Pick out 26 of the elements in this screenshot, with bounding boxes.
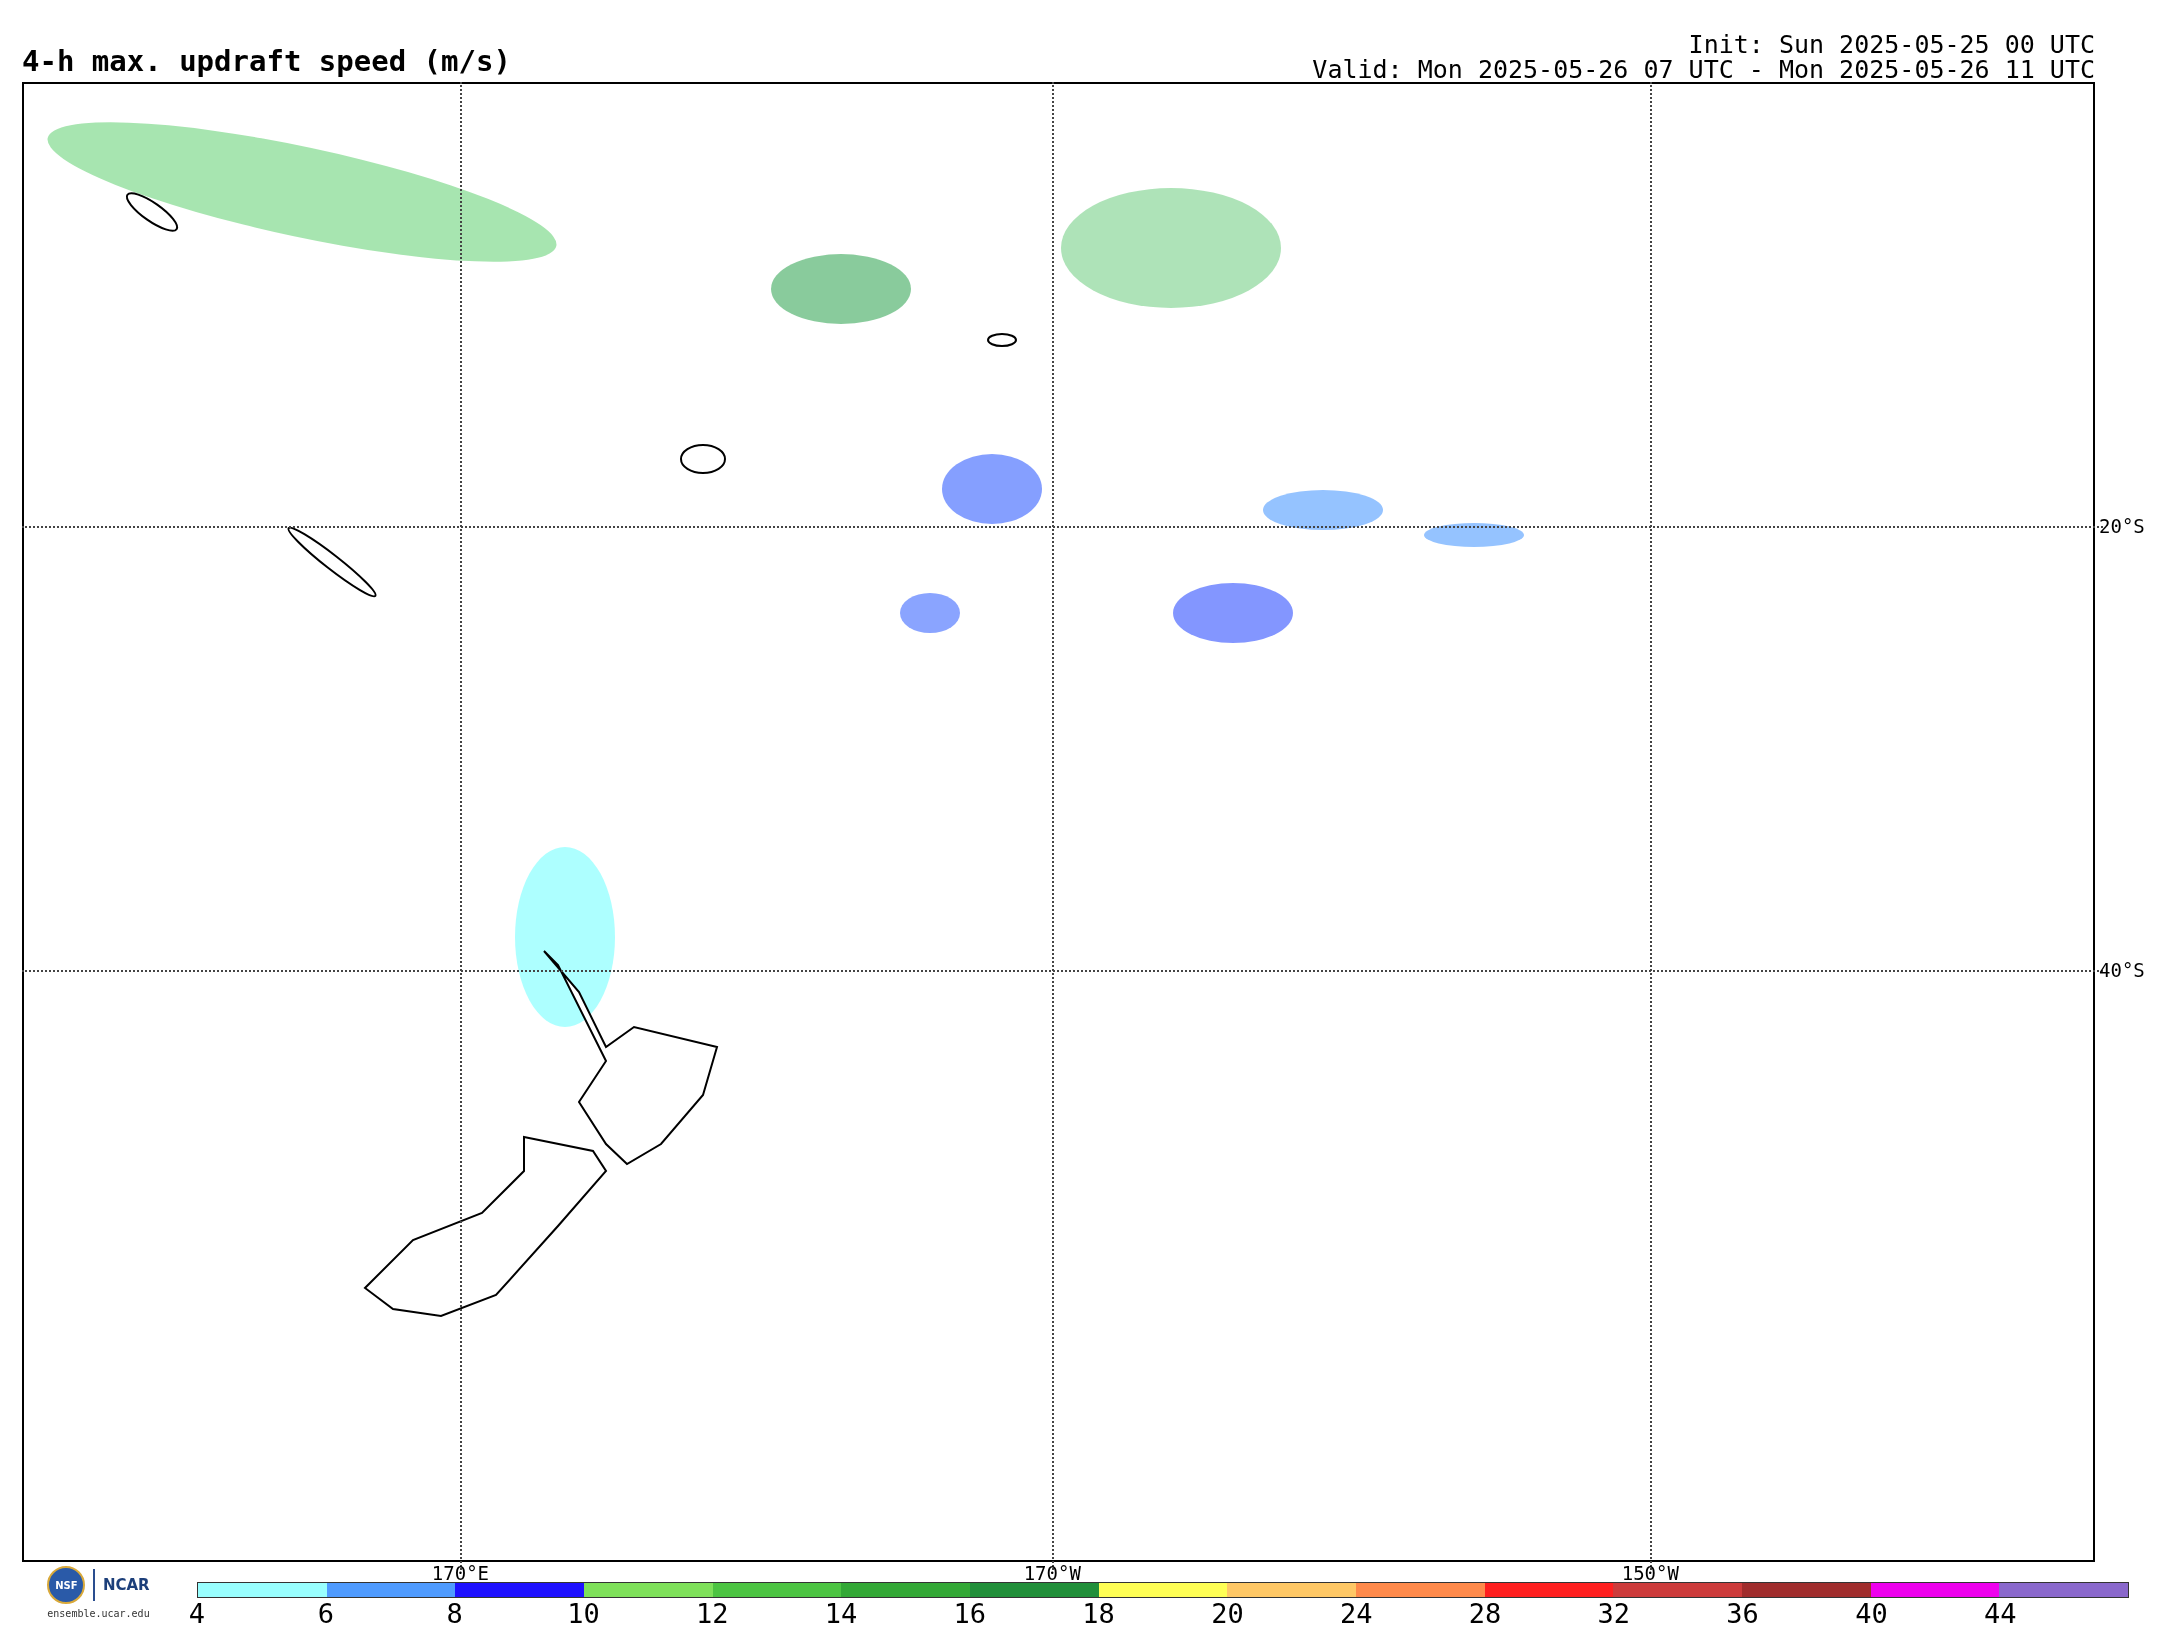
scale-value: 6 [317, 1600, 334, 1626]
scale-value: 14 [824, 1600, 858, 1626]
scale-value: 40 [1855, 1600, 1888, 1626]
plot-title: 4-h max. updraft speed (m/s) [22, 47, 511, 76]
scale-value: 8 [446, 1600, 463, 1626]
scale-value: 10 [567, 1600, 600, 1626]
latitude-label: 40°S [2098, 960, 2145, 980]
scale-value: 24 [1339, 1600, 1373, 1626]
scale-value: 4 [188, 1600, 206, 1626]
scale-value: 36 [1726, 1600, 1759, 1626]
longitude-label: 170°E [431, 1564, 490, 1583]
scale-value: 12 [695, 1600, 729, 1626]
scale-value: 18 [1082, 1600, 1115, 1626]
nsf-logo: NSF [47, 1566, 86, 1604]
scale-value: 32 [1597, 1600, 1631, 1626]
scale-value: 16 [953, 1600, 987, 1626]
longitude-label: 150°W [1621, 1564, 1679, 1583]
scale-value: 20 [1211, 1600, 1244, 1626]
init-time: Init: Sun 2025-05-25 00 UTC [1688, 32, 2095, 57]
site-url: ensemble.ucar.edu [47, 1608, 150, 1620]
latitude-label: 20°S [2098, 516, 2145, 536]
valid-time: Valid: Mon 2025-05-26 07 UTC - Mon 2025-05-26 11 UTC [1312, 57, 2095, 82]
scale-value: 28 [1468, 1600, 1502, 1626]
longitude-label: 170°W [1023, 1564, 1081, 1583]
scale-value: 44 [1983, 1600, 2017, 1626]
ncar-logo: NCAR [102, 1576, 150, 1594]
